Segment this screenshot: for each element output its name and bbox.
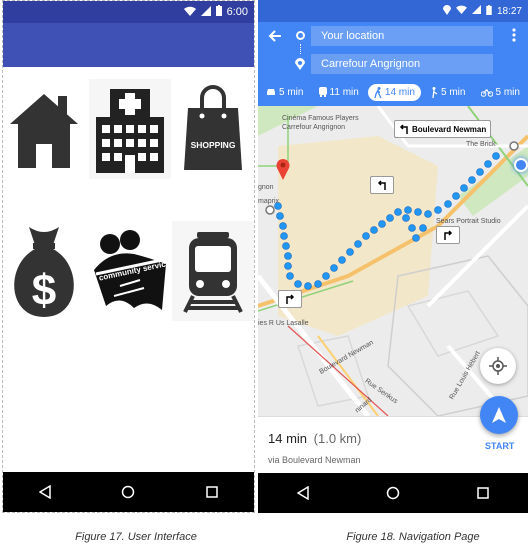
travel-mode-tabs: 5 min 11 min 14 min 5 min 5 min [258,80,528,104]
destination-marker-icon[interactable] [276,158,290,185]
origin-dot-icon [296,31,305,40]
turn-left-icon [399,124,408,134]
back-arrow-icon [268,30,281,42]
more-options-button[interactable] [512,28,516,47]
car-icon [267,89,275,95]
figure-18-caption: Figure 18. Navigation Page [346,531,480,543]
mode-walk[interactable]: 14 min [367,83,421,101]
turn-left-icon [377,180,386,190]
map-label-sears: Sears Portrait Studio [436,218,501,225]
community-service-button[interactable]: community service [89,221,171,321]
train-icon [183,232,243,313]
map-label-the-brick: The Brick [466,141,496,148]
hospital-button[interactable] [89,79,171,179]
route-dots-icon [300,44,301,54]
train-button[interactable] [172,221,254,321]
route-duration: 14 min [268,431,308,446]
svg-text:$: $ [32,266,56,315]
status-bar: 18:27 [258,0,528,22]
system-nav-bar [3,472,254,512]
signal-icon [200,5,211,19]
back-nav-button[interactable] [35,482,55,502]
destination-field[interactable]: Carrefour Angrignon [311,54,493,74]
bike-icon [480,88,493,97]
back-triangle-icon [297,486,309,500]
recents-square-icon [477,487,489,499]
more-vert-icon [512,28,516,42]
my-location-icon [489,357,507,375]
origin-field[interactable]: Your location [311,26,493,46]
route-via: via Boulevard Newman [268,455,361,465]
walk-icon [374,86,382,98]
community-service-icon: community service [94,230,170,310]
route-distance: (1.0 km) [313,431,362,446]
hospital-icon [96,89,164,173]
home-nav-button[interactable] [118,482,138,502]
home-circle-icon [386,486,400,500]
battery-icon [486,4,492,18]
wifi-icon [183,6,196,19]
my-location-button[interactable] [480,348,516,384]
map-view[interactable]: Cinéma Famous Players Carrefour Angrigno… [258,106,528,416]
current-location-dot [514,158,528,172]
battery-icon [215,5,222,19]
shopping-bag-icon: SHOPPING [184,85,242,170]
home-nav-button[interactable] [383,483,403,503]
home-circle-icon [122,485,135,499]
map-label-us-lasalle: ies R Us Lasalle [258,320,309,327]
user-interface-screen: 6:00 SHOPPING $ community service [2,0,255,513]
mode-rideshare[interactable]: 5 min [424,84,471,101]
rideshare-icon [432,86,438,98]
recents-square-icon [206,486,218,498]
location-status-icon [442,4,451,18]
turn-sign-left [370,176,394,194]
recents-nav-button[interactable] [473,483,493,503]
home-icon [10,94,78,168]
shopping-label: SHOPPING [191,140,236,150]
mode-car[interactable]: 5 min [260,84,309,101]
status-time: 6:00 [226,6,248,18]
recents-nav-button[interactable] [202,482,222,502]
money-bag-icon: $ [14,227,74,317]
money-button[interactable]: $ [3,221,85,321]
mode-bike[interactable]: 5 min [475,84,526,101]
turn-sign-right [436,226,460,244]
turn-right-icon [444,230,453,240]
destination-pin-icon [295,57,305,75]
back-triangle-icon [38,485,51,499]
figure-17-caption: Figure 17. User Interface [75,531,197,543]
mode-transit[interactable]: 11 min [313,84,365,101]
status-time: 18:27 [496,5,522,17]
map-label-angrignon: gnon [258,184,274,191]
start-label[interactable]: START [485,441,514,451]
shopping-button[interactable]: SHOPPING [172,79,254,179]
home-button[interactable] [3,79,85,179]
transit-icon [318,87,327,97]
signal-icon [471,5,481,17]
status-bar: 6:00 [3,1,254,23]
turn-sign-right-lower [278,290,302,308]
back-nav-button[interactable] [293,483,313,503]
system-nav-bar [258,473,528,513]
start-navigation-button[interactable] [480,396,518,434]
back-arrow-button[interactable] [268,29,282,48]
turn-sign-boulevard-newman: Boulevard Newman [394,120,492,138]
map-label-maprix: maprix [258,198,280,205]
navigation-screen: 18:27 Your location Carrefour Angrignon … [258,0,528,513]
wifi-icon [456,5,467,17]
app-bar [3,23,254,67]
navigation-arrow-icon [492,407,506,423]
turn-right-icon [286,294,295,304]
map-label-cinema: Cinéma Famous Players Carrefour Angrigno… [282,115,359,131]
